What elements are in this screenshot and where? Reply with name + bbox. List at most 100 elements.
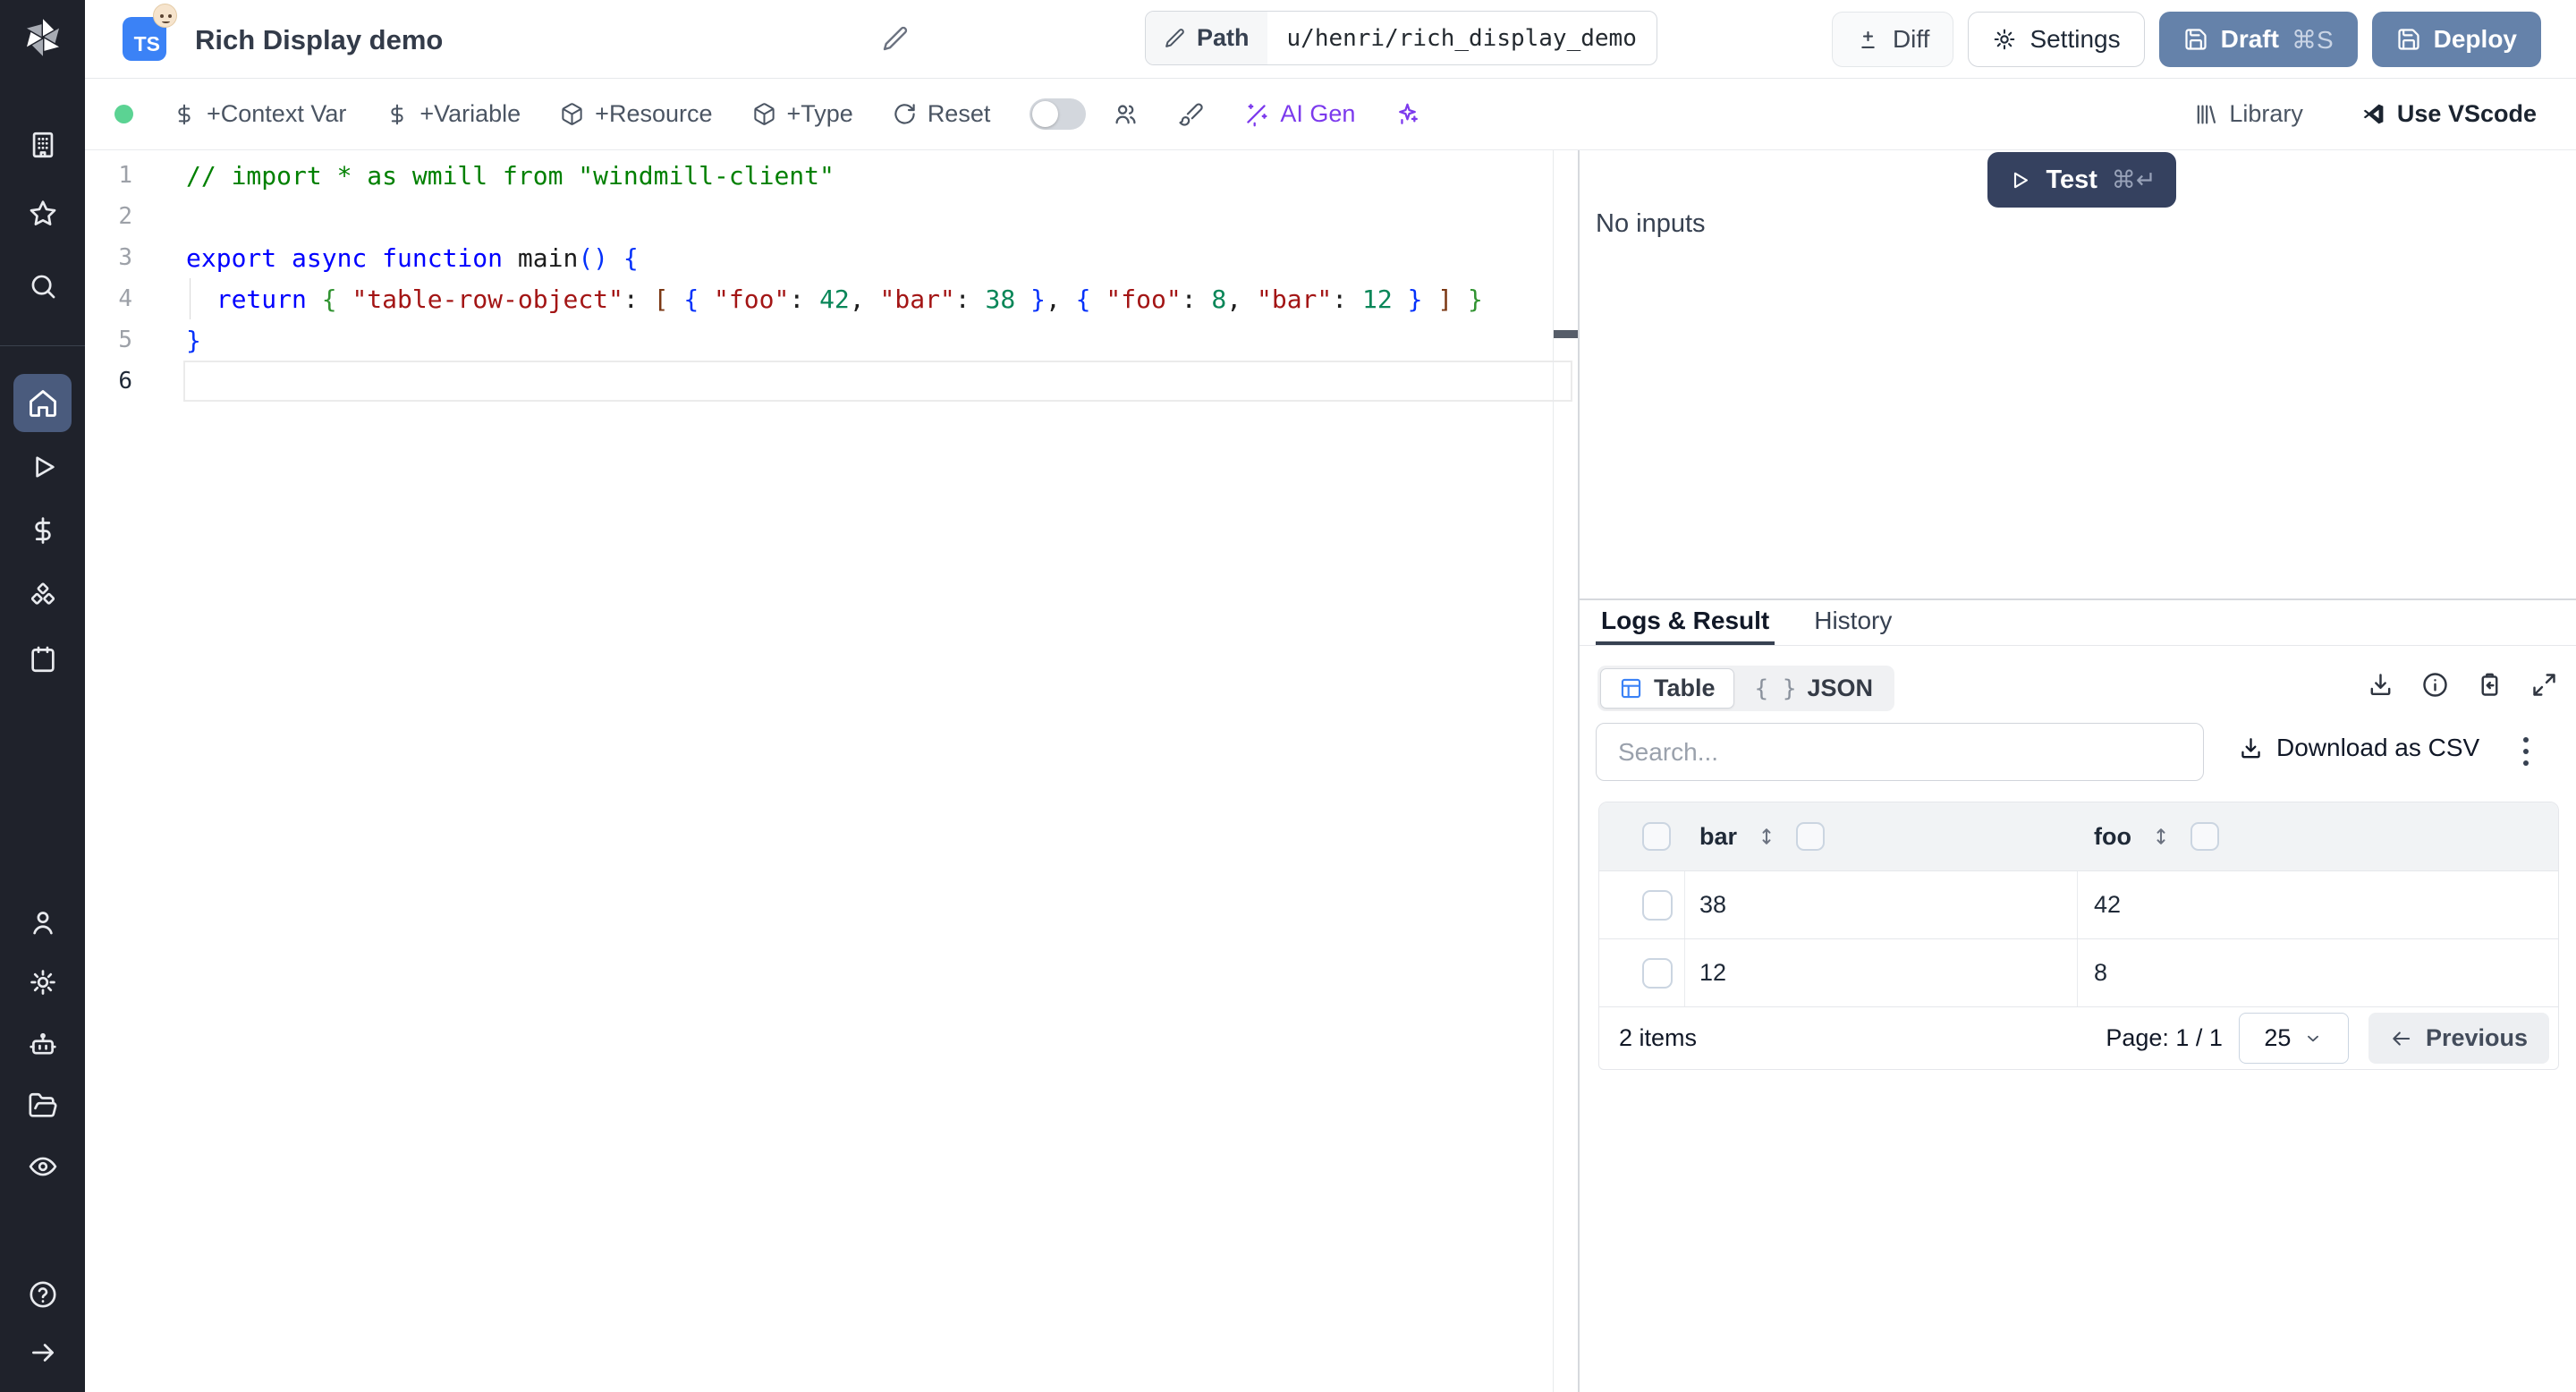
- logs-result-section: Logs & Result History Table { } JSON Sea…: [1580, 598, 2576, 1392]
- table-menu-kebab[interactable]: [2508, 731, 2544, 772]
- play-icon[interactable]: [0, 452, 85, 482]
- row-checkbox[interactable]: [1642, 957, 1673, 989]
- bot-icon[interactable]: [0, 1030, 85, 1060]
- emoji-badge: [153, 4, 177, 28]
- view-toggle: Table { } JSON: [1597, 666, 1895, 711]
- view-table-option[interactable]: Table: [1600, 668, 1734, 709]
- test-shortcut: ⌘↵: [2111, 166, 2157, 193]
- table-footer: 2 items Page: 1 / 1 25 Previous: [1599, 1006, 2558, 1069]
- view-json-option[interactable]: { } JSON: [1736, 668, 1893, 709]
- overview-ruler-mark[interactable]: [1554, 330, 1578, 338]
- building-icon[interactable]: [0, 130, 85, 160]
- sort-icon[interactable]: [2149, 825, 2173, 848]
- reset-button[interactable]: Reset: [893, 100, 990, 128]
- settings-button[interactable]: Settings: [1968, 12, 2145, 67]
- page-size-select[interactable]: 25: [2238, 1013, 2349, 1064]
- draft-button[interactable]: Draft ⌘S: [2158, 12, 2358, 67]
- home-icon[interactable]: [13, 374, 72, 432]
- json-icon: { }: [1754, 675, 1797, 702]
- library-button[interactable]: Library: [2193, 100, 2303, 128]
- search-icon[interactable]: [0, 271, 85, 301]
- clipboard-copy-icon[interactable]: [2476, 671, 2504, 699]
- library-icon: [2198, 105, 2216, 123]
- code-line[interactable]: 6: [85, 361, 1578, 402]
- result-table: bar foo 38 42 12 8 2 items Page: 1 / 1 2…: [1598, 802, 2559, 1070]
- result-tabbar: Logs & Result History: [1580, 600, 2576, 646]
- code-lines: 1// import * as wmill from "windmill-cli…: [85, 155, 1578, 402]
- download-csv-button[interactable]: Download as CSV: [2238, 734, 2479, 762]
- add-variable-button[interactable]: +Variable: [386, 100, 521, 128]
- table-icon: [1621, 678, 1641, 699]
- path-field[interactable]: Path u/henri/rich_display_demo: [1145, 11, 1657, 65]
- dollar-icon[interactable]: [0, 515, 85, 546]
- deploy-button[interactable]: Deploy: [2371, 12, 2541, 67]
- chevron-down-icon: [2308, 1035, 2319, 1041]
- windmill-logo[interactable]: [0, 14, 85, 61]
- gear-icon[interactable]: [0, 967, 85, 997]
- help-icon[interactable]: [0, 1279, 85, 1310]
- code-line[interactable]: 1// import * as wmill from "windmill-cli…: [85, 155, 1578, 196]
- sparkles-icon[interactable]: [1394, 101, 1420, 127]
- eye-icon[interactable]: [0, 1151, 85, 1182]
- path-value[interactable]: u/henri/rich_display_demo: [1267, 12, 1657, 64]
- tab-history[interactable]: History: [1809, 600, 1897, 645]
- users-icon[interactable]: [1113, 101, 1139, 127]
- run-result-panel: Test ⌘↵ No inputs Logs & Result History …: [1580, 150, 2576, 1392]
- arrow-right-icon[interactable]: [0, 1337, 85, 1368]
- path-label: Path: [1146, 12, 1267, 64]
- select-all-checkbox[interactable]: [1642, 822, 1671, 851]
- tab-logs-result[interactable]: Logs & Result: [1596, 600, 1775, 645]
- calendar-icon[interactable]: [0, 644, 85, 675]
- diff-mode-toggle[interactable]: [1030, 98, 1087, 130]
- sidebar-divider: [0, 345, 85, 346]
- vscode-icon: [2363, 104, 2384, 124]
- row-checkbox[interactable]: [1642, 889, 1673, 921]
- gear-icon: [1995, 29, 2015, 50]
- draft-shortcut: ⌘S: [2291, 25, 2334, 54]
- user-icon[interactable]: [0, 907, 85, 938]
- sidebar: [0, 0, 85, 1392]
- column-header-bar[interactable]: bar: [1699, 823, 1737, 851]
- folder-icon[interactable]: [0, 1091, 85, 1121]
- use-vscode-button[interactable]: Use VScode: [2360, 100, 2537, 128]
- page-info: Page: 1 / 1: [2106, 1024, 2223, 1051]
- editor-toolbar: +Context Var +Variable +Resource +Type R…: [85, 79, 2576, 150]
- code-line[interactable]: 3 export async function main() {: [85, 237, 1578, 278]
- format-brush-icon[interactable]: [1178, 101, 1204, 127]
- boxes-icon[interactable]: [0, 580, 85, 610]
- indent-guide: [190, 278, 191, 319]
- no-inputs-label: No inputs: [1596, 209, 1706, 238]
- table-row[interactable]: 38 42: [1599, 870, 2558, 938]
- star-icon[interactable]: [0, 199, 85, 229]
- add-resource-button[interactable]: +Resource: [560, 100, 713, 128]
- diff-button[interactable]: Diff: [1831, 12, 1954, 67]
- test-button[interactable]: Test ⌘↵: [1987, 152, 2176, 208]
- code-line[interactable]: 2: [85, 196, 1578, 237]
- table-row[interactable]: 12 8: [1599, 938, 2558, 1006]
- package-icon: [562, 103, 582, 125]
- save-icon: [2398, 29, 2419, 50]
- download-icon: [2241, 737, 2260, 758]
- search-input[interactable]: [1596, 723, 2204, 781]
- code-line[interactable]: 4 return { "table-row-object": [ { "foo"…: [85, 278, 1578, 319]
- column-toggle-foo[interactable]: [2190, 822, 2219, 851]
- arrow-left-icon: [2393, 1031, 2411, 1046]
- code-line[interactable]: 5}: [85, 319, 1578, 361]
- info-icon[interactable]: [2421, 671, 2449, 699]
- sort-icon[interactable]: [1755, 825, 1778, 848]
- refresh-icon: [894, 104, 915, 124]
- ai-gen-button[interactable]: AI Gen: [1243, 100, 1355, 128]
- add-context-var-button[interactable]: +Context Var: [173, 100, 346, 128]
- code-editor[interactable]: 1// import * as wmill from "windmill-cli…: [85, 150, 1578, 1392]
- panel-divider[interactable]: [1578, 150, 1580, 1392]
- column-toggle-bar[interactable]: [1796, 822, 1826, 851]
- edit-title-pencil-icon[interactable]: [881, 24, 910, 53]
- play-icon: [2014, 172, 2029, 188]
- status-dot: [114, 105, 133, 123]
- add-type-button[interactable]: +Type: [752, 100, 853, 128]
- expand-icon[interactable]: [2530, 671, 2558, 699]
- download-result-icon[interactable]: [2367, 671, 2394, 699]
- column-header-foo[interactable]: foo: [2094, 823, 2131, 851]
- previous-page-button[interactable]: Previous: [2368, 1013, 2549, 1064]
- save-icon: [2185, 29, 2207, 50]
